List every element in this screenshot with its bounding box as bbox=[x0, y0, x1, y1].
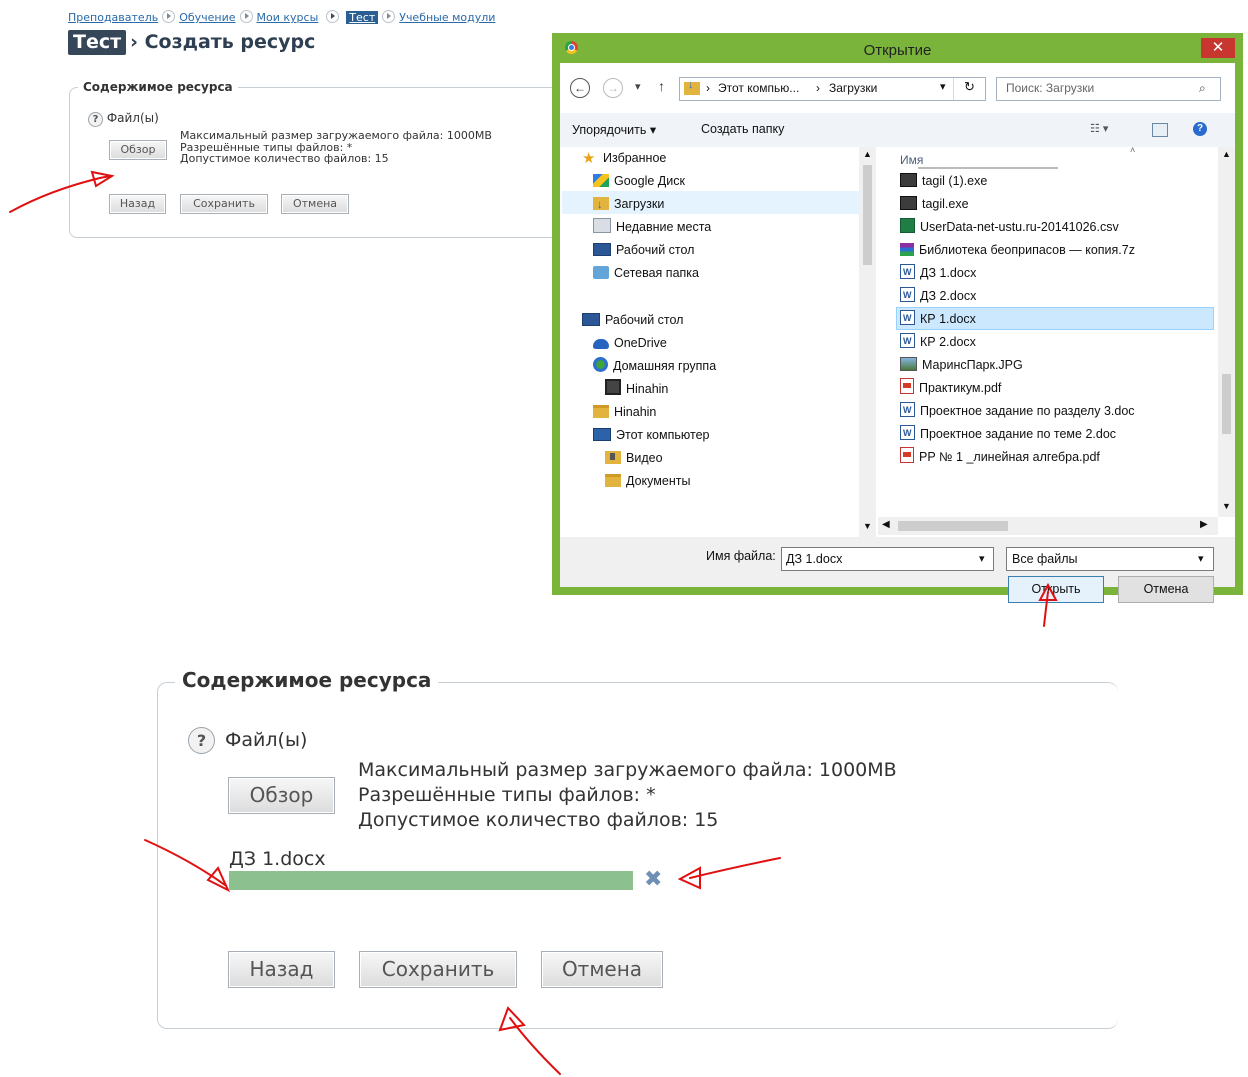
annotation-arrow-file bbox=[144, 839, 226, 886]
annotation-arrow-browse bbox=[9, 177, 101, 213]
annotation-arrow-open bbox=[1043, 591, 1049, 627]
annotation-arrows bbox=[9, 170, 1058, 1075]
annotation-arrowhead bbox=[90, 170, 115, 188]
annotation-arrow-remove bbox=[689, 857, 781, 879]
annotation-arrowhead bbox=[498, 1006, 526, 1032]
